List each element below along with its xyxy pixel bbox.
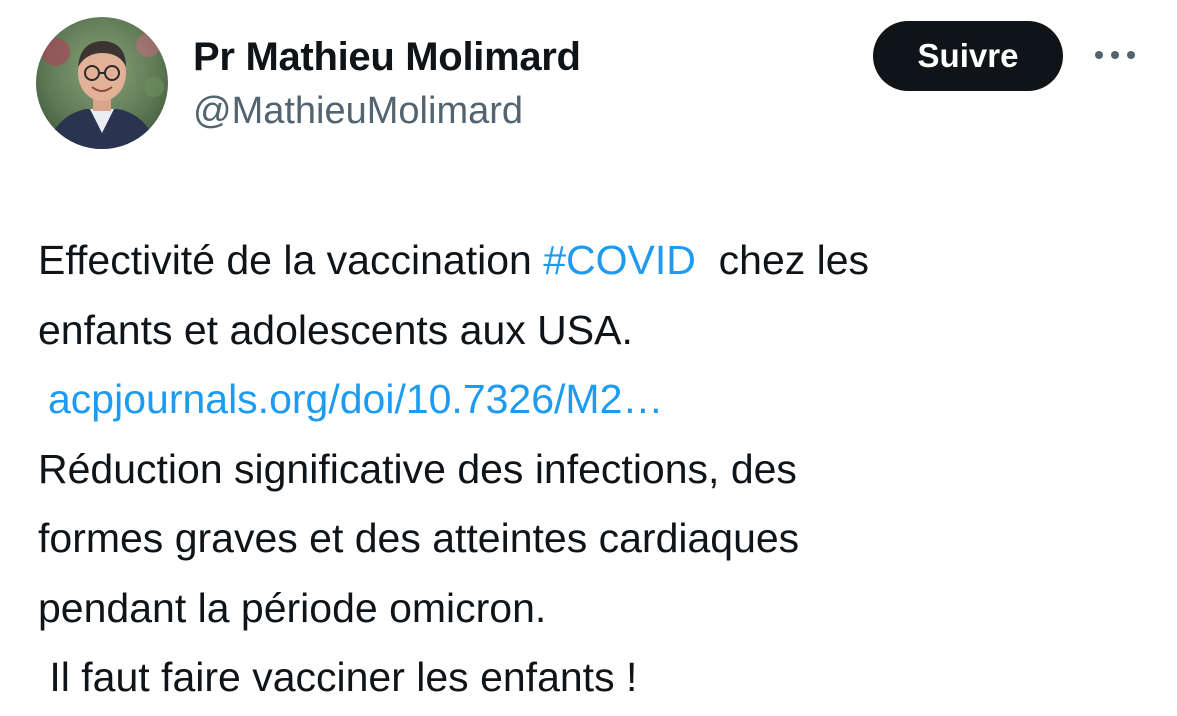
- user-handle[interactable]: @MathieuMolimard: [193, 88, 523, 134]
- tweet-line-4: Réduction significative des infections, …: [38, 445, 797, 492]
- more-options-button[interactable]: [1090, 40, 1140, 70]
- tweet-text-segment: chez les: [695, 237, 870, 283]
- tweet-text-segment: Effectivité de la vaccination: [38, 237, 544, 283]
- avatar[interactable]: [36, 17, 168, 149]
- more-icon: [1095, 51, 1135, 59]
- tweet-line-6: pendant la période omicron.: [38, 584, 547, 631]
- follow-button[interactable]: Suivre: [873, 21, 1063, 91]
- tweet-card: Pr Mathieu Molimard @MathieuMolimard Sui…: [0, 0, 1177, 716]
- tweet-line-2: enfants et adolescents aux USA.: [38, 306, 633, 353]
- tweet-line-1: Effectivité de la vaccination #COVID che…: [38, 226, 1158, 296]
- article-link[interactable]: acpjournals.org/doi/10.7326/M2…: [48, 376, 663, 422]
- tweet-text: Effectivité de la vaccination #COVID che…: [38, 226, 1158, 713]
- tweet-line-3: acpjournals.org/doi/10.7326/M2…: [38, 365, 1158, 435]
- tweet-line-5: formes graves et des atteintes cardiaque…: [38, 515, 800, 561]
- hashtag-link[interactable]: #COVID: [543, 237, 696, 283]
- profile-photo-icon: [36, 17, 168, 149]
- tweet-line-7: Il faut faire vacciner les enfants !: [38, 654, 638, 700]
- display-name[interactable]: Pr Mathieu Molimard: [193, 33, 581, 81]
